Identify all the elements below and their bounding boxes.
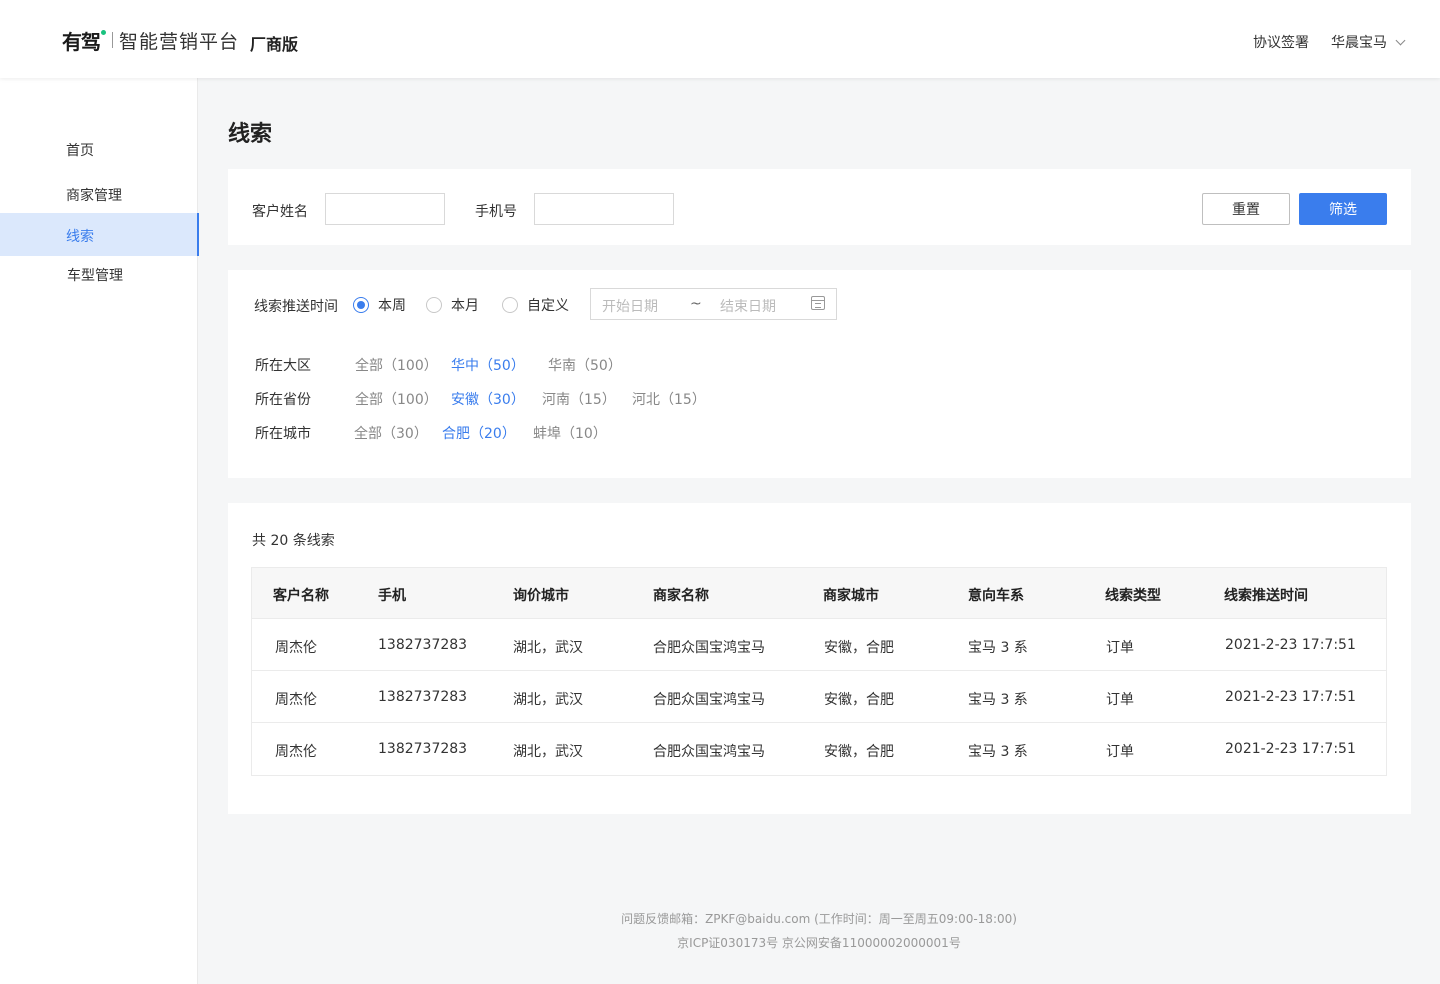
edition-label: 厂商版 <box>250 35 299 54</box>
cell-dealer-city: 安徽，合肥 <box>824 640 894 656</box>
sidebar-item-label: 商家管理 <box>66 188 122 204</box>
cell-series: 宝马 3 系 <box>968 692 1028 708</box>
radio-unchecked-icon <box>426 297 442 313</box>
radio-custom[interactable]: 自定义 <box>502 295 569 315</box>
push-time-label: 线索推送时间 <box>254 299 338 315</box>
cell-dealer-city: 安徽，合肥 <box>824 744 894 760</box>
cell-type: 订单 <box>1106 744 1134 760</box>
cell-phone: 1382737283 <box>378 637 468 653</box>
logo-divider <box>112 32 113 48</box>
cell-type: 订单 <box>1106 640 1134 656</box>
region-option-central[interactable]: 华中（50） <box>451 355 525 375</box>
start-date-placeholder[interactable]: 开始日期 <box>602 296 658 316</box>
province-option-all[interactable]: 全部（100） <box>355 389 438 409</box>
sidebar-item-merchants[interactable]: 商家管理 <box>0 174 199 214</box>
cell-push-time: 2021-2-23 17:7:51 <box>1225 741 1356 757</box>
cell-push-time: 2021-2-23 17:7:51 <box>1225 689 1356 705</box>
sidebar-item-leads[interactable]: 线索 <box>0 213 199 256</box>
phone-input[interactable] <box>534 193 674 225</box>
cell-customer: 周杰伦 <box>275 640 317 656</box>
results-panel: 共 20 条线索 客户名称 手机 询价城市 商家名称 商家城市 意向车系 线索类… <box>228 503 1411 814</box>
cell-customer: 周杰伦 <box>275 692 317 708</box>
logo-dot-icon <box>101 29 106 35</box>
brand-logo[interactable]: 有驾 智能营销平台 <box>62 28 240 54</box>
province-option-henan[interactable]: 河南（15） <box>542 389 616 409</box>
reset-button[interactable]: 重置 <box>1202 193 1290 225</box>
cell-dealer: 合肥众国宝鸿宝马 <box>653 692 765 708</box>
chevron-down-icon <box>1395 35 1406 45</box>
leads-table: 客户名称 手机 询价城市 商家名称 商家城市 意向车系 线索类型 线索推送时间 … <box>251 567 1387 776</box>
cell-inquiry-city: 湖北，武汉 <box>513 692 583 708</box>
table-row[interactable]: 周杰伦 1382737283 湖北，武汉 合肥众国宝鸿宝马 安徽，合肥 宝马 3… <box>252 723 1386 775</box>
radio-label: 本月 <box>451 298 479 314</box>
cell-dealer: 合肥众国宝鸿宝马 <box>653 640 765 656</box>
region-option-south[interactable]: 华南（50） <box>548 355 622 375</box>
column-header: 询价城市 <box>513 588 569 604</box>
sidebar-item-models[interactable]: 车型管理 <box>0 256 199 296</box>
column-header: 商家城市 <box>823 588 879 604</box>
sidebar: 首页 商家管理 线索 车型管理 <box>0 78 199 984</box>
table-row[interactable]: 周杰伦 1382737283 湖北，武汉 合肥众国宝鸿宝马 安徽，合肥 宝马 3… <box>252 619 1386 671</box>
radio-checked-icon <box>353 297 369 313</box>
agreement-sign-link[interactable]: 协议签署 <box>1253 32 1309 52</box>
footer-license: 京ICP证030173号 京公网安备11000002000001号 <box>677 936 961 950</box>
search-panel: 客户姓名 手机号 重置 筛选 <box>228 169 1411 245</box>
result-count: 共 20 条线索 <box>252 533 335 549</box>
cell-series: 宝马 3 系 <box>968 744 1028 760</box>
customer-name-input[interactable] <box>325 193 445 225</box>
column-header: 手机 <box>378 588 406 604</box>
sidebar-item-home[interactable]: 首页 <box>0 130 199 170</box>
cell-inquiry-city: 湖北，武汉 <box>513 640 583 656</box>
column-header: 客户名称 <box>273 588 329 604</box>
cell-phone: 1382737283 <box>378 689 468 705</box>
table-header-row: 客户名称 手机 询价城市 商家名称 商家城市 意向车系 线索类型 线索推送时间 <box>252 568 1386 619</box>
phone-label: 手机号 <box>475 204 517 220</box>
radio-unchecked-icon <box>502 297 518 313</box>
filter-panel: 线索推送时间 本周 本月 自定义 开始日期 ~ 结束日期 所在大区 全部（100… <box>228 270 1411 478</box>
page-title: 线索 <box>228 122 273 147</box>
cell-dealer-city: 安徽，合肥 <box>824 692 894 708</box>
city-option-hefei[interactable]: 合肥（20） <box>442 423 516 443</box>
cell-customer: 周杰伦 <box>275 744 317 760</box>
table-row[interactable]: 周杰伦 1382737283 湖北，武汉 合肥众国宝鸿宝马 安徽，合肥 宝马 3… <box>252 671 1386 723</box>
province-option-anhui[interactable]: 安徽（30） <box>451 389 525 409</box>
user-name: 华晨宝马 <box>1331 35 1387 51</box>
province-label: 所在省份 <box>255 392 311 408</box>
cell-dealer: 合肥众国宝鸿宝马 <box>653 744 765 760</box>
radio-label: 本周 <box>378 298 406 314</box>
cell-push-time: 2021-2-23 17:7:51 <box>1225 637 1356 653</box>
sidebar-item-label: 线索 <box>66 229 94 245</box>
date-range-picker[interactable]: 开始日期 ~ 结束日期 <box>590 288 837 320</box>
city-option-all[interactable]: 全部（30） <box>354 423 428 443</box>
city-option-bengbu[interactable]: 蚌埠（10） <box>533 423 607 443</box>
footer-contact: 问题反馈邮箱：ZPKF@baidu.com (工作时间：周一至周五09:00-1… <box>621 912 1017 926</box>
end-date-placeholder[interactable]: 结束日期 <box>720 296 776 316</box>
province-option-hebei[interactable]: 河北（15） <box>632 389 706 409</box>
user-menu[interactable]: 华晨宝马 <box>1331 32 1406 52</box>
cell-inquiry-city: 湖北，武汉 <box>513 744 583 760</box>
platform-name: 智能营销平台 <box>119 30 240 53</box>
radio-this-week[interactable]: 本周 <box>353 295 406 315</box>
radio-label: 自定义 <box>527 298 569 314</box>
region-option-all[interactable]: 全部（100） <box>355 355 438 375</box>
top-header: 有驾 智能营销平台 厂商版 协议签署 华晨宝马 <box>0 0 1440 78</box>
column-header: 商家名称 <box>653 588 709 604</box>
region-label: 所在大区 <box>255 358 311 374</box>
calendar-icon[interactable] <box>811 296 825 310</box>
cell-phone: 1382737283 <box>378 741 468 757</box>
cell-series: 宝马 3 系 <box>968 640 1028 656</box>
city-label: 所在城市 <box>255 426 311 442</box>
logo-icon: 有驾 <box>62 29 101 54</box>
customer-name-label: 客户姓名 <box>252 204 308 220</box>
column-header: 线索推送时间 <box>1224 588 1308 604</box>
radio-this-month[interactable]: 本月 <box>426 295 479 315</box>
column-header: 意向车系 <box>968 588 1024 604</box>
column-header: 线索类型 <box>1105 588 1161 604</box>
filter-button[interactable]: 筛选 <box>1299 193 1387 225</box>
date-range-separator: ~ <box>690 296 702 312</box>
sidebar-item-label: 首页 <box>66 143 94 159</box>
sidebar-item-label: 车型管理 <box>67 268 123 284</box>
cell-type: 订单 <box>1106 692 1134 708</box>
